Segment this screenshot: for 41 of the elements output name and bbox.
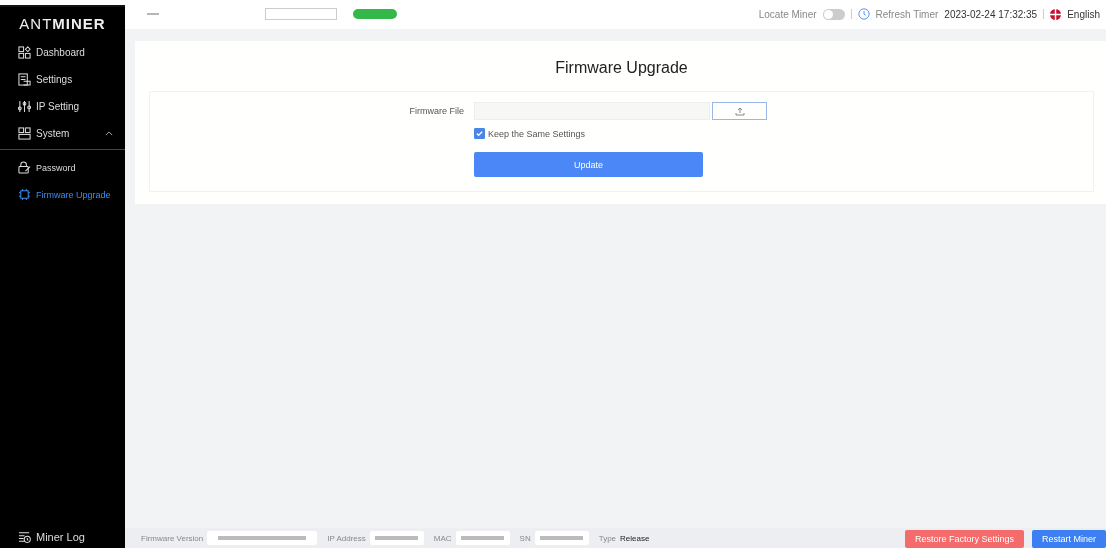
status-value: Release xyxy=(620,533,650,543)
checkbox[interactable] xyxy=(474,128,485,139)
status-badge xyxy=(353,9,397,19)
sidebar-item[interactable]: Firmware Upgrade xyxy=(0,181,125,208)
field-label: Firmware File xyxy=(408,106,464,116)
sidebar-item[interactable]: System xyxy=(0,120,125,147)
sidebar-item[interactable]: Password xyxy=(0,154,125,181)
status-label: Firmware Version xyxy=(141,533,204,543)
toggle-switch[interactable] xyxy=(822,8,845,20)
menu-icon[interactable] xyxy=(147,12,159,16)
document-icon xyxy=(18,73,31,86)
language-selector[interactable]: English xyxy=(1067,8,1100,20)
status-label: IP Address xyxy=(327,533,366,543)
flag-icon xyxy=(1050,8,1062,20)
lock-icon xyxy=(18,161,31,174)
sidebar-item[interactable]: Settings xyxy=(0,66,125,93)
status-label: MAC xyxy=(433,533,452,543)
upload-icon xyxy=(734,106,745,116)
status-label: Type xyxy=(598,533,617,543)
logo: ANTMINER xyxy=(19,15,106,32)
sidebar-item[interactable]: Dashboard xyxy=(0,39,125,66)
sidebar-item[interactable]: IP Setting xyxy=(0,93,125,120)
redacted-block xyxy=(534,531,589,545)
redacted-block xyxy=(369,531,424,545)
redacted-block xyxy=(265,8,337,20)
caret-icon xyxy=(105,131,113,136)
locate-miner-label: Locate Miner xyxy=(758,8,817,20)
miner-log-link[interactable]: Miner Log xyxy=(0,526,125,548)
grid-icon xyxy=(18,46,31,59)
layout-icon xyxy=(18,127,31,140)
chip-icon xyxy=(18,188,31,201)
redacted-block xyxy=(455,531,510,545)
restart-button[interactable]: Restart Miner xyxy=(1032,530,1106,548)
log-icon xyxy=(18,530,31,544)
timestamp: 2023-02-24 17:32:35 xyxy=(944,8,1038,20)
status-label: SN xyxy=(519,533,531,543)
upload-button[interactable] xyxy=(712,102,767,120)
refresh-timer-label: Refresh Timer xyxy=(875,8,939,20)
page-title: Firmware Upgrade xyxy=(554,59,689,77)
sliders-icon xyxy=(18,100,31,113)
clock-icon xyxy=(857,8,870,20)
